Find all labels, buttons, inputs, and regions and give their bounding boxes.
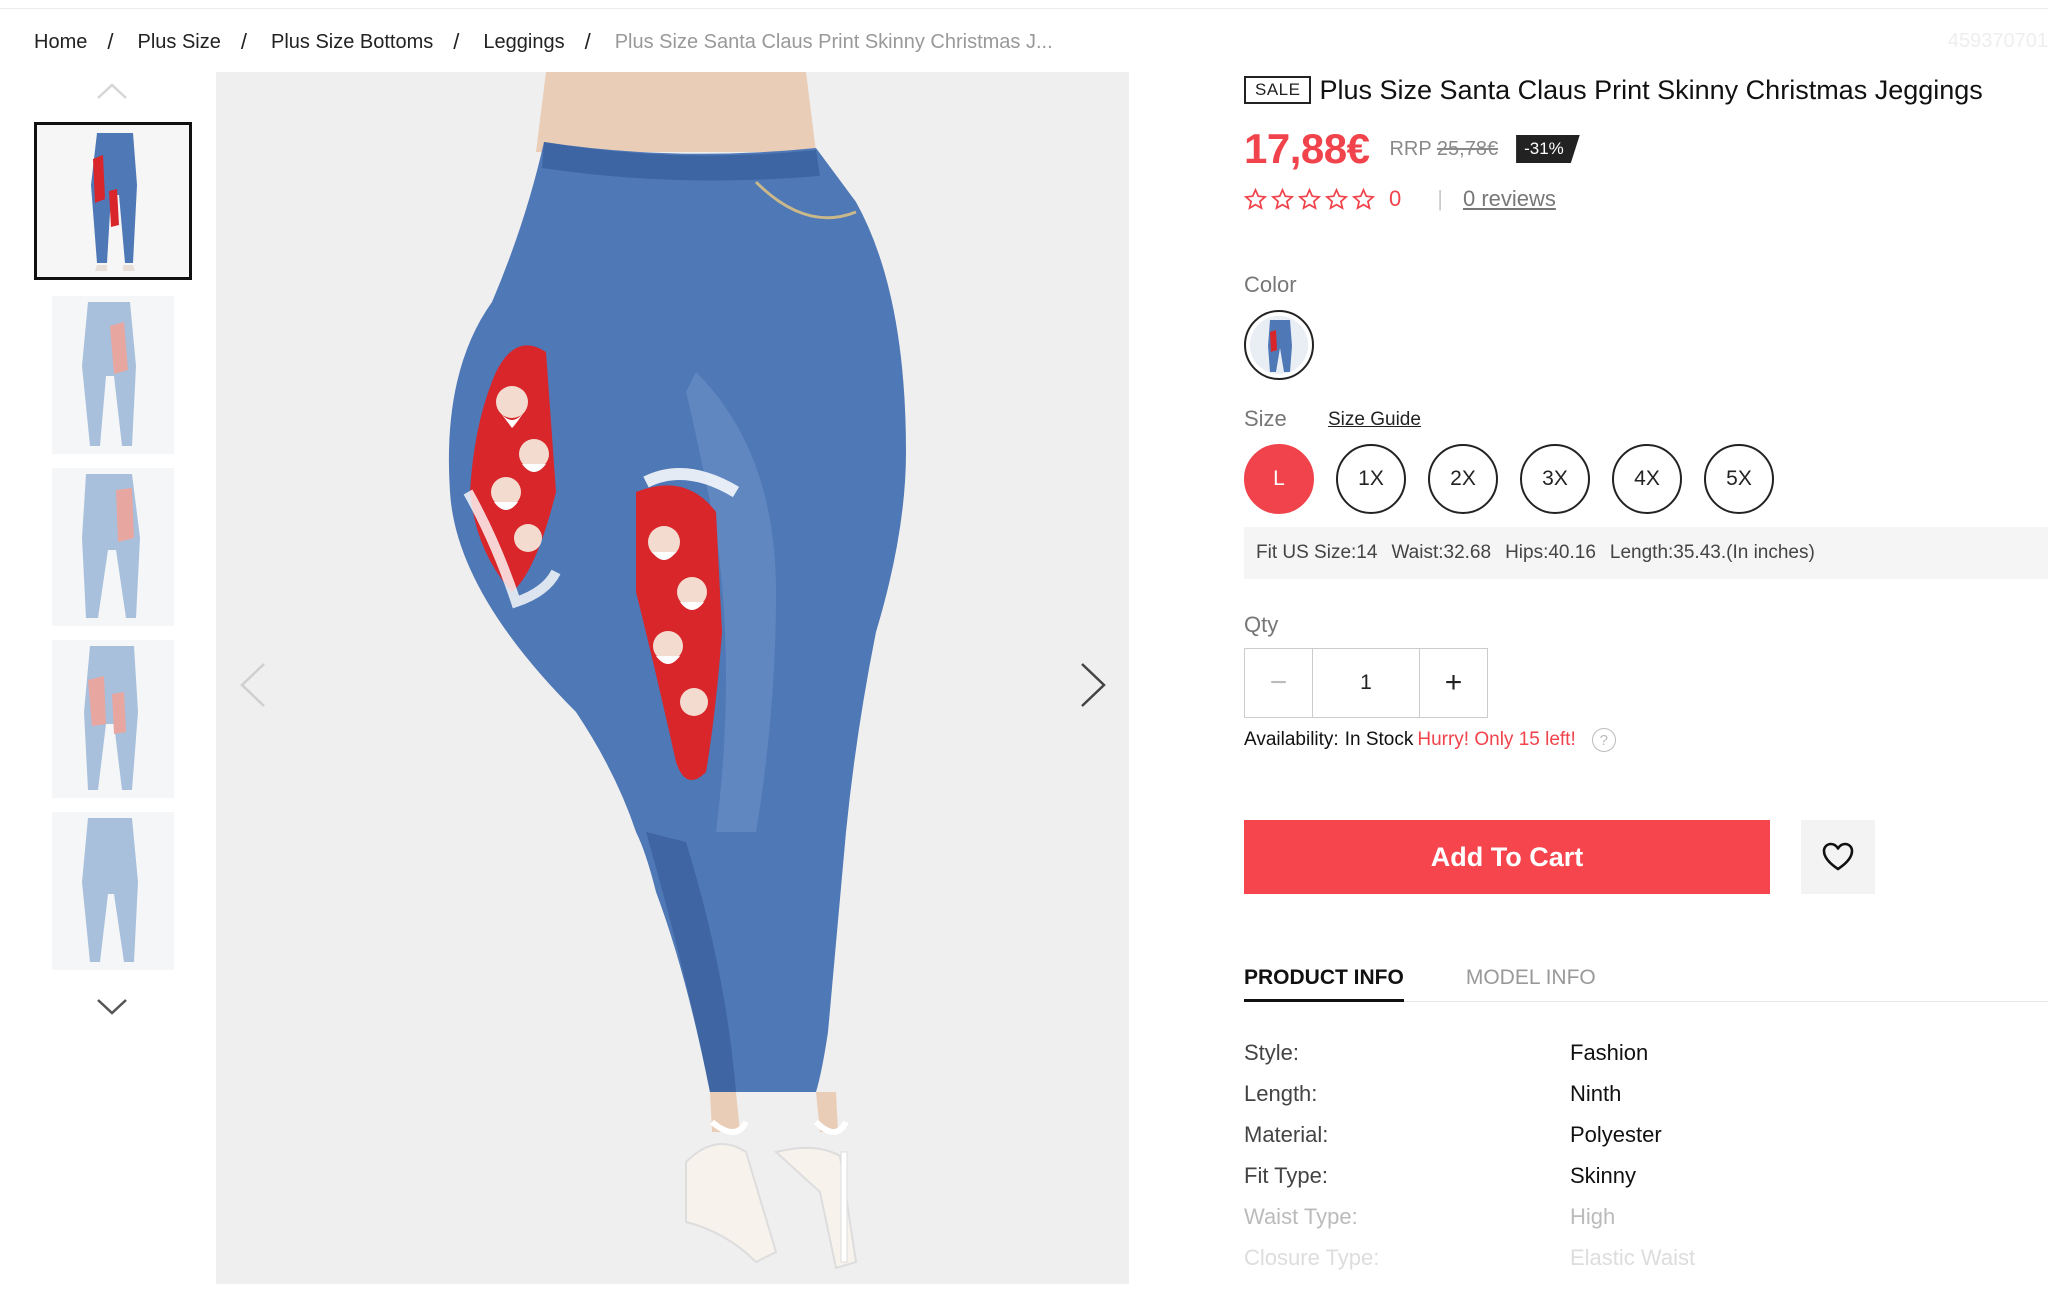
thumbnail-image[interactable] bbox=[52, 812, 174, 970]
size-option-4x[interactable]: 4X bbox=[1612, 444, 1682, 514]
quantity-stepper: − + bbox=[1244, 648, 1488, 718]
spec-value: Ninth bbox=[1570, 1080, 1622, 1106]
reviews-link[interactable]: 0 reviews bbox=[1463, 186, 1556, 212]
spec-value: High bbox=[1570, 1203, 1616, 1229]
spec-value: Fashion bbox=[1570, 1039, 1649, 1065]
star-rating[interactable] bbox=[1244, 187, 1375, 211]
add-to-cart-button[interactable]: Add To Cart bbox=[1244, 820, 1770, 894]
qty-increase-button[interactable]: + bbox=[1419, 649, 1487, 717]
size-option-2x[interactable]: 2X bbox=[1428, 444, 1498, 514]
spec-row: Style: Fashion bbox=[1244, 1032, 2048, 1073]
spec-key: Style: bbox=[1244, 1039, 1300, 1065]
color-label: Color bbox=[1244, 272, 1297, 297]
breadcrumb-home[interactable]: Home bbox=[34, 31, 87, 54]
product-sku: 459370701 bbox=[1947, 30, 2048, 52]
rating-row: 0 | 0 reviews bbox=[1244, 184, 1556, 214]
product-details: SALE Plus Size Santa Claus Print Skinny … bbox=[1244, 72, 2048, 1270]
fit-hips: Hips:40.16 bbox=[1505, 542, 1596, 563]
star-icon bbox=[1271, 187, 1294, 210]
rrp-label: RRP 25,78€ bbox=[1389, 138, 1498, 161]
size-fit-info: Fit US Size:14 Waist:32.68 Hips:40.16 Le… bbox=[1244, 527, 2048, 579]
low-stock-warning: Hurry! Only 15 left! bbox=[1417, 729, 1576, 750]
thumbnail-image[interactable] bbox=[34, 122, 192, 280]
size-label: Size bbox=[1244, 406, 1287, 431]
fit-waist: Waist:32.68 bbox=[1391, 542, 1492, 563]
breadcrumb: Home / Plus Size / Plus Size Bottoms / L… bbox=[34, 29, 1053, 54]
spec-key: Closure Type: bbox=[1244, 1244, 1380, 1270]
star-icon bbox=[1325, 187, 1348, 210]
thumbnail-scroll-up-icon[interactable] bbox=[96, 80, 128, 102]
spec-key: Length: bbox=[1244, 1080, 1318, 1106]
rrp-prefix: RRP bbox=[1389, 137, 1432, 160]
thumbnail-scroll-down-icon[interactable] bbox=[96, 996, 128, 1018]
fit-us-size: Fit US Size:14 bbox=[1256, 542, 1378, 563]
spec-row: Material: Polyester bbox=[1244, 1114, 2048, 1155]
size-option-3x[interactable]: 3X bbox=[1520, 444, 1590, 514]
spec-value: Polyester bbox=[1570, 1121, 1662, 1147]
next-image-icon[interactable] bbox=[1076, 660, 1110, 710]
size-guide-link[interactable]: Size Guide bbox=[1328, 409, 1421, 431]
spec-key: Fit Type: bbox=[1244, 1162, 1328, 1188]
thumbnail-image[interactable] bbox=[52, 640, 174, 798]
spec-key: Waist Type: bbox=[1244, 1203, 1358, 1229]
help-icon[interactable]: ? bbox=[1591, 728, 1616, 752]
wishlist-button[interactable] bbox=[1801, 820, 1875, 894]
breadcrumb-separator: / bbox=[107, 29, 114, 54]
top-divider bbox=[0, 8, 2048, 9]
size-option-l[interactable]: L bbox=[1244, 444, 1314, 514]
heart-icon bbox=[1822, 842, 1854, 871]
color-swatch-image bbox=[1250, 316, 1308, 374]
main-product-image[interactable] bbox=[216, 72, 1129, 1284]
breadcrumb-separator: / bbox=[453, 29, 460, 54]
color-swatch[interactable] bbox=[1244, 310, 1314, 380]
qty-decrease-button[interactable]: − bbox=[1245, 649, 1313, 717]
rrp-price: 25,78€ bbox=[1436, 137, 1499, 160]
breadcrumb-current: Plus Size Santa Claus Print Skinny Chris… bbox=[614, 30, 1053, 53]
previous-image-icon[interactable] bbox=[236, 660, 270, 710]
spec-row: Fit Type: Skinny bbox=[1244, 1155, 2048, 1196]
discount-badge: -31% bbox=[1516, 135, 1580, 163]
price-row: 17,88€ RRP 25,78€ -31% bbox=[1244, 124, 1580, 174]
thumbnail-image[interactable] bbox=[52, 296, 174, 454]
spec-value: Skinny bbox=[1570, 1162, 1637, 1188]
product-specs: Style: Fashion Length: Ninth Material: P… bbox=[1244, 1032, 2048, 1278]
breadcrumb-plus-size[interactable]: Plus Size bbox=[137, 31, 220, 54]
size-option-5x[interactable]: 5X bbox=[1704, 444, 1774, 514]
tab-model-info[interactable]: MODEL INFO bbox=[1466, 952, 1596, 1002]
star-icon bbox=[1298, 187, 1321, 210]
thumbnail-image[interactable] bbox=[52, 468, 174, 626]
breadcrumb-separator: / bbox=[584, 29, 591, 54]
tab-product-info[interactable]: PRODUCT INFO bbox=[1244, 952, 1404, 1002]
availability: Availability: In Stock Hurry! Only 15 le… bbox=[1244, 728, 1616, 752]
availability-status: In Stock bbox=[1344, 729, 1414, 750]
spec-row: Length: Ninth bbox=[1244, 1073, 2048, 1114]
sale-badge: SALE bbox=[1244, 76, 1312, 104]
fit-length: Length:35.43.(In inches) bbox=[1609, 542, 1815, 563]
rating-divider: | bbox=[1437, 186, 1443, 211]
spec-row: Closure Type: Elastic Waist bbox=[1244, 1237, 2048, 1278]
spec-value: Elastic Waist bbox=[1570, 1244, 1696, 1270]
spec-row: Waist Type: High bbox=[1244, 1196, 2048, 1237]
spec-key: Material: bbox=[1244, 1121, 1329, 1147]
breadcrumb-separator: / bbox=[240, 29, 247, 54]
current-price: 17,88€ bbox=[1244, 125, 1370, 172]
rating-value: 0 bbox=[1389, 186, 1402, 211]
size-option-1x[interactable]: 1X bbox=[1336, 444, 1406, 514]
star-icon bbox=[1244, 187, 1267, 210]
info-tabs: PRODUCT INFO MODEL INFO bbox=[1244, 952, 2048, 1002]
product-title: Plus Size Santa Claus Print Skinny Chris… bbox=[1319, 74, 1983, 105]
qty-label: Qty bbox=[1244, 612, 1279, 637]
breadcrumb-leggings[interactable]: Leggings bbox=[483, 31, 564, 54]
title-row: SALE Plus Size Santa Claus Print Skinny … bbox=[1244, 72, 2048, 108]
breadcrumb-plus-size-bottoms[interactable]: Plus Size Bottoms bbox=[271, 31, 433, 54]
size-options: L 1X 2X 3X 4X 5X bbox=[1244, 444, 1774, 514]
star-icon bbox=[1352, 187, 1375, 210]
qty-input[interactable] bbox=[1313, 649, 1419, 717]
availability-label: Availability: bbox=[1244, 729, 1339, 750]
